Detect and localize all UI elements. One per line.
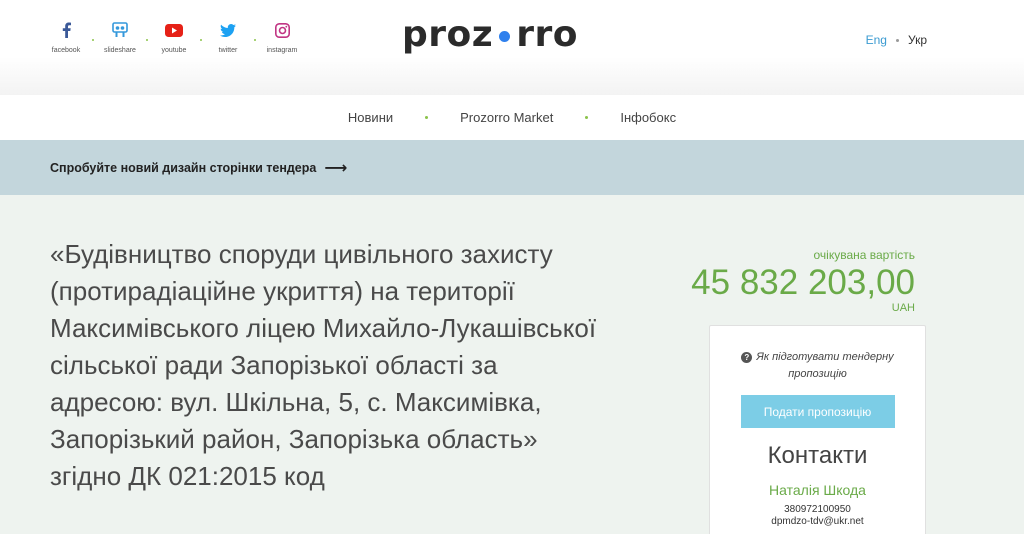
main-nav: Новини Prozorro Market Інфобокс	[0, 95, 1024, 140]
how-to-prepare-link[interactable]: ? Як підготувати тендерну пропозицію	[710, 349, 925, 383]
expected-value-label: очікувана вартість	[813, 248, 916, 262]
separator-dot	[92, 39, 94, 41]
social-label: slideshare	[104, 47, 136, 54]
social-label: twitter	[218, 47, 238, 54]
separator-dot	[895, 38, 899, 42]
language-switcher: Eng Укр	[866, 33, 927, 47]
instagram-icon	[274, 20, 290, 40]
separator-dot	[254, 39, 256, 41]
lang-ukr-link[interactable]: Укр	[908, 33, 927, 47]
expected-value-currency: UAH	[891, 302, 915, 314]
logo-text-end: rro	[516, 14, 578, 55]
contact-name: Наталія Шкода	[769, 482, 866, 498]
arrow-right-icon: ⟶	[324, 159, 348, 177]
expected-value: очікувана вартість 45 832 203,00 UAH	[691, 248, 915, 314]
social-label: youtube	[161, 47, 187, 54]
nav-item-news[interactable]: Новини	[332, 110, 409, 125]
submit-bid-button[interactable]: Подати пропозицію	[740, 395, 895, 428]
separator-dot	[585, 116, 589, 119]
social-twitter[interactable]: twitter	[210, 20, 246, 54]
separator-dot	[146, 39, 148, 41]
help-text: Як підготувати тендерну пропозицію	[756, 351, 894, 380]
social-youtube[interactable]: youtube	[156, 20, 192, 54]
new-design-banner[interactable]: Спробуйте новий дизайн сторінки тендера …	[0, 140, 1024, 195]
facebook-icon	[62, 20, 71, 40]
twitter-icon	[220, 20, 236, 40]
contacts-heading: Контакти	[767, 442, 868, 469]
social-slideshare[interactable]: slideshare	[102, 20, 138, 54]
expected-value-amount: 45 832 203,00	[691, 263, 915, 302]
separator-dot	[200, 39, 202, 41]
bid-card: ? Як підготувати тендерну пропозицію Пода…	[709, 325, 926, 534]
contact-phone: 380972100950	[784, 504, 851, 515]
tender-title: «Будівництво споруди цивільного захисту …	[50, 239, 597, 491]
prozorro-logo[interactable]: proz rro	[402, 14, 578, 55]
contact-email-link[interactable]: dpmdzo-tdv@ukr.net	[710, 516, 925, 527]
social-label: instagram	[266, 47, 298, 54]
banner-text: Спробуйте новий дизайн сторінки тендера	[50, 160, 317, 175]
logo-text-start: proz	[402, 14, 494, 55]
social-label: facebook	[51, 47, 81, 54]
question-icon: ?	[741, 352, 753, 363]
site-header: facebook slideshare youtube twitter inst…	[0, 0, 1024, 95]
logo-dot-icon	[499, 31, 511, 42]
lang-eng-link[interactable]: Eng	[866, 33, 887, 47]
nav-item-infobox[interactable]: Інфобокс	[604, 110, 692, 125]
social-facebook[interactable]: facebook	[48, 20, 84, 54]
separator-dot	[425, 116, 429, 119]
youtube-icon	[165, 20, 183, 40]
slideshare-icon	[112, 20, 128, 40]
social-instagram[interactable]: instagram	[264, 20, 300, 54]
social-links: facebook slideshare youtube twitter inst…	[48, 20, 300, 54]
nav-item-market[interactable]: Prozorro Market	[444, 110, 569, 125]
